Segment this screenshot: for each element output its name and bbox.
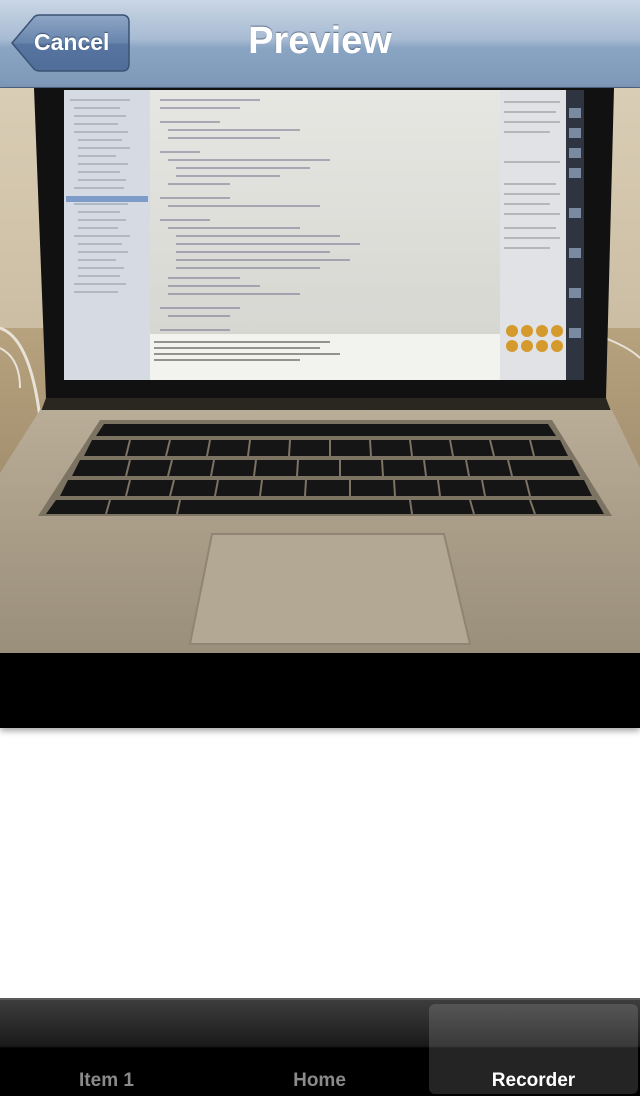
tab-item-1-label: Item 1 [79,1070,134,1091]
tab-bar: Item 1 Home Recorder [0,998,640,1096]
tab-item-1[interactable]: Item 1 [0,1000,213,1096]
tab-home[interactable]: Home [213,1000,426,1096]
tab-recorder[interactable]: Recorder [427,1000,640,1096]
page-title: Preview [248,20,392,62]
photo-preview [0,88,640,728]
navigation-bar: Cancel Preview [0,0,640,88]
tab-home-label: Home [293,1070,346,1091]
tab-recorder-label: Recorder [491,1070,576,1091]
laptop-photo-image [0,88,640,728]
